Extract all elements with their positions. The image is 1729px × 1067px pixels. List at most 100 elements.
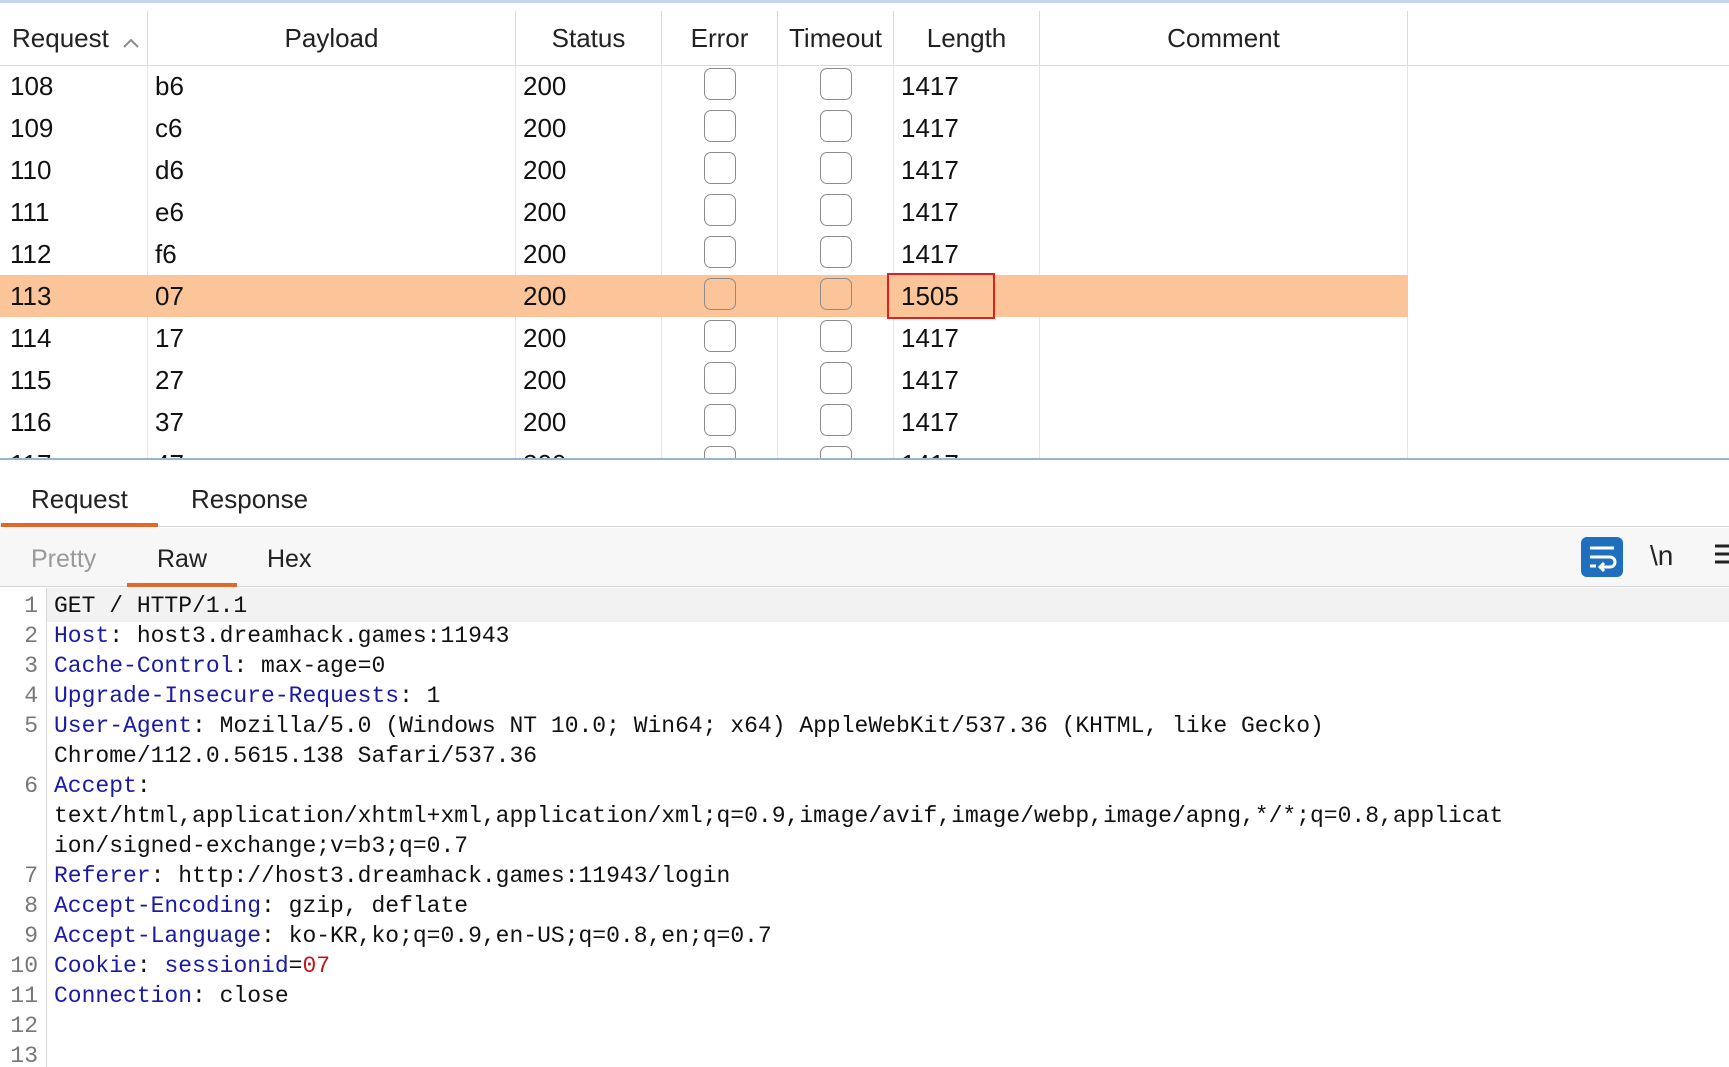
cell-payload: c6	[155, 113, 183, 143]
table-row[interactable]: 111 e6 200 1417	[0, 191, 1408, 233]
cell-status: 200	[523, 365, 567, 395]
column-header-request[interactable]: Request	[0, 11, 148, 65]
length-highlight-box	[887, 273, 995, 319]
show-newlines-button[interactable]: \n	[1650, 540, 1673, 572]
table-row[interactable]: 115 27 200 1417	[0, 359, 1408, 401]
column-header-label: Error	[690, 23, 749, 53]
cell-request: 115	[10, 365, 52, 395]
error-checkbox	[704, 110, 736, 142]
request-line: Host: host3.dreamhack.games:11943	[54, 623, 509, 649]
error-checkbox	[704, 152, 736, 184]
table-row[interactable]: 112 f6 200 1417	[0, 233, 1408, 275]
request-line: Connection: close	[54, 983, 289, 1009]
cell-request: 112	[10, 239, 52, 269]
timeout-checkbox	[820, 278, 852, 310]
cell-request: 114	[10, 323, 52, 353]
column-header-length[interactable]: Length	[894, 11, 1040, 65]
header-name: Host	[54, 623, 110, 649]
table-row[interactable]: 114 17 200 1417	[0, 317, 1408, 359]
tab-hex[interactable]: Hex	[267, 528, 311, 586]
error-checkbox	[704, 194, 736, 226]
sort-ascending-icon	[122, 13, 140, 67]
table-row[interactable]: 117 47 200 1417	[0, 443, 1408, 458]
cell-payload: d6	[155, 155, 184, 185]
results-table: Request Payload Status Error Timeout Len…	[0, 0, 1729, 460]
cell-payload: f6	[155, 239, 177, 269]
header-name: Accept-Encoding	[54, 893, 262, 919]
line-number: 7	[24, 863, 38, 889]
column-header-label: Timeout	[789, 23, 882, 53]
header-value: Chrome/112.0.5615.138 Safari/537.36	[54, 743, 538, 769]
raw-request-editor[interactable]: 1 GET / HTTP/1.1 2 Host: host3.dreamhack.ga…	[0, 588, 1729, 1067]
cell-payload: 27	[155, 365, 184, 395]
cell-length: 1417	[901, 239, 959, 269]
cell-request: 116	[10, 407, 52, 437]
table-row[interactable]: 113 07 200 1505	[0, 273, 1408, 319]
cell-status: 200	[523, 71, 567, 101]
tab-response[interactable]: Response	[191, 472, 308, 526]
header-value: : max-age=0	[233, 653, 386, 679]
header-value: ion/signed-exchange;v=b3;q=0.7	[54, 833, 469, 859]
cell-payload: 47	[155, 443, 184, 458]
header-name: Cookie	[54, 953, 137, 979]
request-line: User-Agent: Mozilla/5.0 (Windows NT 10.0…	[54, 713, 1324, 739]
column-header-status[interactable]: Status	[516, 11, 662, 65]
column-header-comment[interactable]: Comment	[1040, 11, 1408, 65]
cell-request: 111	[10, 197, 50, 227]
header-value: :	[136, 953, 165, 979]
cell-payload: b6	[155, 71, 184, 101]
column-header-label: Comment	[1167, 23, 1280, 53]
header-value: : 1	[399, 683, 441, 709]
cell-request: 117	[10, 443, 51, 458]
current-line-highlight	[47, 588, 1729, 622]
header-value: : close	[192, 983, 289, 1009]
timeout-checkbox	[820, 152, 852, 184]
timeout-checkbox	[820, 236, 852, 268]
table-row[interactable]: 108 b6 200 1417	[0, 65, 1408, 107]
tab-pretty[interactable]: Pretty	[31, 528, 96, 586]
line-number: 10	[10, 953, 38, 979]
header-value: : host3.dreamhack.games:11943	[109, 623, 510, 649]
request-line: Upgrade-Insecure-Requests: 1	[54, 683, 440, 709]
cell-payload: 07	[155, 281, 184, 311]
cell-status: 200	[523, 197, 567, 227]
column-header-label: Payload	[284, 23, 379, 53]
cell-status: 200	[523, 323, 567, 353]
table-row[interactable]: 110 d6 200 1417	[0, 149, 1408, 191]
request-line: Cache-Control: max-age=0	[54, 653, 385, 679]
request-line: Chrome/112.0.5615.138 Safari/537.36	[54, 743, 537, 769]
cell-request: 113	[10, 281, 52, 311]
header-value: text/html,application/xhtml+xml,applicat…	[54, 803, 1504, 829]
header-value: : ko-KR,ko;q=0.9,en-US;q=0.8,en;q=0.7	[261, 923, 772, 949]
line-number: 5	[24, 713, 38, 739]
cell-status: 200	[523, 281, 567, 311]
cell-length: 1417	[901, 197, 959, 227]
timeout-checkbox	[820, 320, 852, 352]
request-line: ion/signed-exchange;v=b3;q=0.7	[54, 833, 468, 859]
request-line: Cookie: sessionid=07	[54, 953, 330, 979]
word-wrap-icon	[1590, 546, 1617, 573]
cell-request: 110	[10, 155, 52, 185]
cell-length: 1417	[901, 365, 959, 395]
cell-payload: 17	[155, 323, 184, 353]
error-checkbox	[704, 404, 736, 436]
column-header-error[interactable]: Error	[662, 11, 778, 65]
cell-request: 108	[10, 71, 54, 101]
menu-icon[interactable]	[1712, 536, 1729, 572]
cell-length: 1417	[901, 113, 959, 143]
cell-status: 200	[523, 155, 567, 185]
tab-request[interactable]: Request	[1, 472, 158, 527]
table-row[interactable]: 109 c6 200 1417	[0, 107, 1408, 149]
column-header-timeout[interactable]: Timeout	[778, 11, 894, 65]
line-number: 2	[24, 623, 38, 649]
table-header: Request Payload Status Error Timeout Len…	[0, 11, 1729, 66]
column-header-label: Request	[12, 23, 109, 53]
column-header-payload[interactable]: Payload	[148, 11, 516, 65]
line-number: 9	[24, 923, 38, 949]
line-number: 8	[24, 893, 38, 919]
request-line: Accept-Encoding: gzip, deflate	[54, 893, 468, 919]
timeout-checkbox	[820, 194, 852, 226]
tab-raw[interactable]: Raw	[126, 528, 238, 587]
table-row[interactable]: 116 37 200 1417	[0, 401, 1408, 443]
word-wrap-toggle-button[interactable]	[1581, 537, 1623, 577]
